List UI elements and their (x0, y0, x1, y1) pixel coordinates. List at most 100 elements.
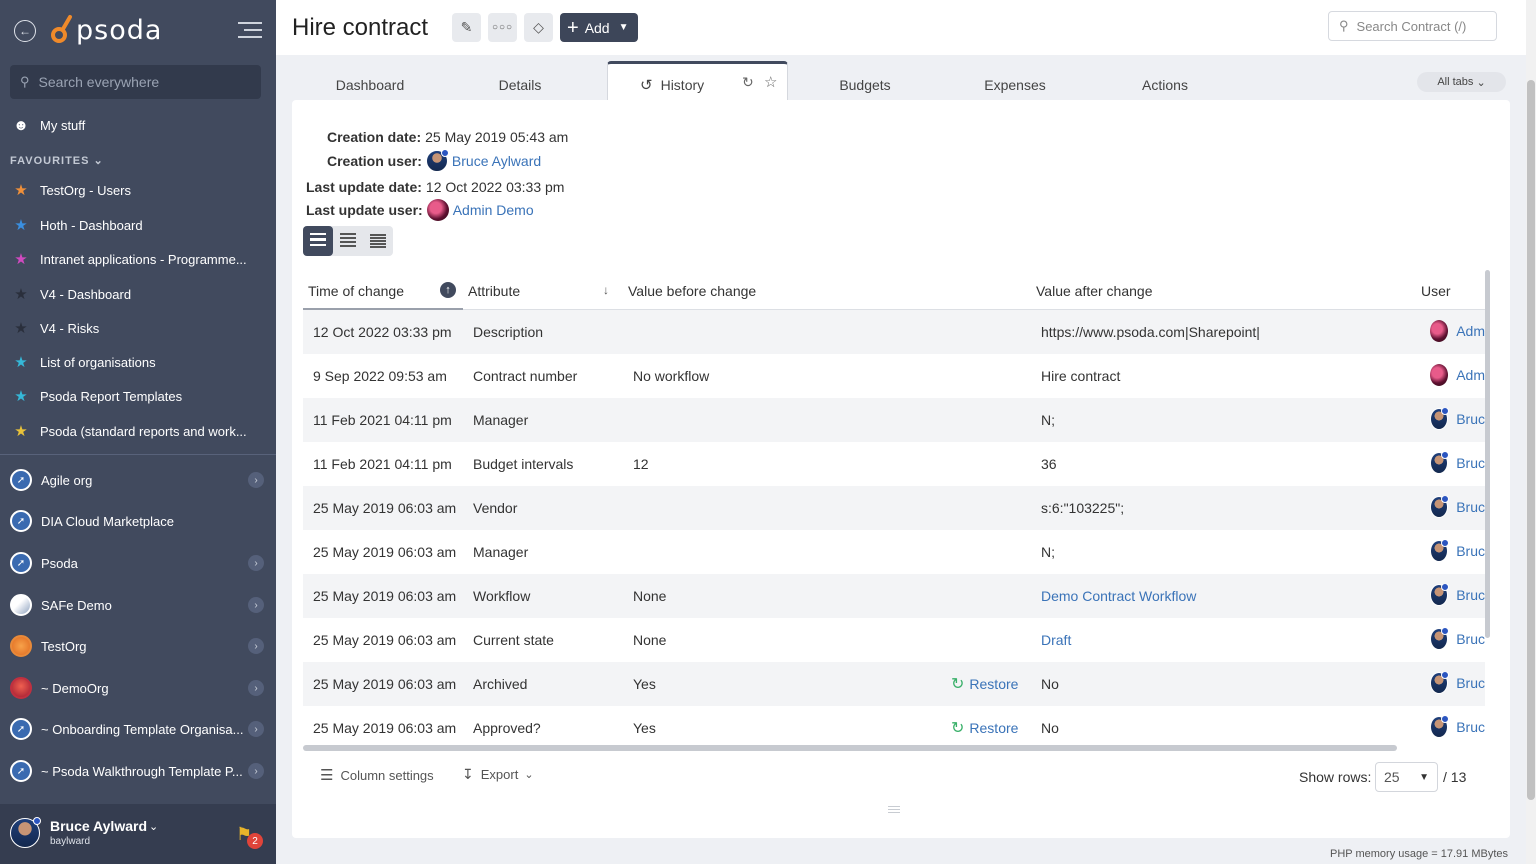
my-stuff-link[interactable]: ☻ My stuff (0, 114, 276, 136)
edit-pencil-icon[interactable]: ✎ (452, 13, 481, 42)
page-scrollbar[interactable] (1526, 0, 1536, 864)
global-search-input[interactable]: ⚲ Search everywhere (10, 65, 261, 99)
cell-after-link[interactable]: Draft (1041, 632, 1071, 648)
column-header-user[interactable]: User (1421, 283, 1451, 299)
org-item-dia-cloud[interactable]: ➚ DIA Cloud Marketplace (0, 503, 276, 539)
last-update-user-link[interactable]: Admin Demo (453, 202, 534, 218)
org-item-onboarding[interactable]: ➚ ~ Onboarding Template Organisa... › (0, 711, 276, 747)
org-item-demoorg[interactable]: ~ DemoOrg › (0, 670, 276, 706)
cell-after: 36 (1041, 456, 1057, 472)
tab-actions[interactable]: Actions (1115, 70, 1215, 100)
collapse-menu-icon[interactable] (238, 22, 262, 40)
cell-user-link[interactable]: Bruc (1456, 411, 1485, 427)
cell-user[interactable]: Bruc (1426, 452, 1485, 474)
cell-before: Yes (633, 676, 656, 692)
more-options-icon[interactable]: ○○○ (488, 13, 517, 42)
chevron-right-icon[interactable]: › (248, 638, 264, 654)
chevron-right-icon[interactable]: › (248, 680, 264, 696)
org-item-agile-org[interactable]: ➚ Agile org › (0, 462, 276, 498)
star-icon: ★ (14, 423, 28, 440)
chevron-right-icon[interactable]: › (248, 597, 264, 613)
cell-user[interactable]: Bruc (1426, 496, 1485, 518)
cell-user[interactable]: Bruc (1426, 540, 1485, 562)
cell-user-link[interactable]: Bruc (1456, 499, 1485, 515)
org-item-walkthrough[interactable]: ➚ ~ Psoda Walkthrough Template P... › (0, 753, 276, 789)
density-compact-icon[interactable] (333, 226, 363, 256)
sidebar-user-panel[interactable]: Bruce Aylward ⌄ baylward ⚑ 2 (0, 804, 276, 864)
column-header-attribute[interactable]: Attribute (468, 283, 520, 299)
cell-user-link[interactable]: Adm (1456, 323, 1485, 339)
density-comfortable-icon[interactable] (303, 226, 333, 256)
tab-dashboard[interactable]: Dashboard (320, 70, 420, 100)
favourite-star-icon[interactable]: ☆ (764, 73, 777, 91)
cell-user-link[interactable]: Adm (1456, 367, 1485, 383)
restore-button[interactable]: ↻ Restore (951, 674, 1018, 694)
favourites-header[interactable]: FAVOURITES ⌄ (10, 154, 104, 167)
org-item-psoda[interactable]: ➚ Psoda › (0, 545, 276, 581)
org-label: Psoda (41, 555, 78, 571)
favourite-item[interactable]: ★ List of organisations (0, 352, 276, 372)
contract-search-input[interactable]: ⚲ Search Contract (/) (1328, 11, 1497, 41)
chevron-right-icon[interactable]: › (248, 472, 264, 488)
sort-descending-icon[interactable]: ↓ (603, 283, 609, 297)
last-update-user-row: Last update user: Admin Demo (306, 199, 534, 221)
cell-user[interactable]: Bruc (1426, 672, 1485, 694)
add-button[interactable]: + Add ▼ (560, 13, 638, 42)
table-vertical-scrollbar[interactable] (1485, 270, 1490, 638)
refresh-icon[interactable]: ↻ (742, 74, 754, 91)
chevron-right-icon[interactable]: › (248, 763, 264, 779)
favourite-item[interactable]: ★ V4 - Risks (0, 318, 276, 338)
cell-user-link[interactable]: Bruc (1456, 587, 1485, 603)
table-row: 25 May 2019 06:03 am Vendor s:6:"103225"… (303, 486, 1485, 530)
favourite-item[interactable]: ★ TestOrg - Users (0, 180, 276, 200)
favourite-item[interactable]: ★ Psoda Report Templates (0, 386, 276, 406)
restore-button[interactable]: ↻ Restore (951, 718, 1018, 738)
export-button[interactable]: ↧ Export ⌄ (462, 766, 534, 783)
tab-details[interactable]: Details (470, 70, 570, 100)
favourite-item[interactable]: ★ Intranet applications - Programme... (0, 249, 276, 269)
creation-user-link[interactable]: Bruce Aylward (452, 153, 541, 169)
org-compass-icon: ➚ (10, 552, 32, 574)
column-settings-button[interactable]: ☰ Column settings (320, 766, 434, 784)
sort-ascending-icon[interactable]: ↑ (440, 282, 456, 298)
column-header-time[interactable]: Time of change (308, 283, 404, 299)
cell-user-link[interactable]: Bruc (1456, 675, 1485, 691)
star-icon: ★ (14, 251, 28, 268)
workflow-link[interactable]: Demo Contract Workflow (1041, 588, 1196, 604)
tab-expenses[interactable]: Expenses (965, 70, 1065, 100)
cell-user[interactable]: Adm (1426, 364, 1485, 386)
tab-budgets[interactable]: Budgets (815, 70, 915, 100)
chevron-right-icon[interactable]: › (248, 721, 264, 737)
cell-user[interactable]: Bruc (1426, 716, 1485, 738)
cell-user[interactable]: Bruc (1426, 628, 1485, 650)
cell-user-link[interactable]: Bruc (1456, 719, 1485, 735)
org-item-safe-demo[interactable]: SAFe Demo › (0, 587, 276, 623)
chevron-right-icon[interactable]: › (248, 555, 264, 571)
state-link[interactable]: Draft (1041, 632, 1071, 648)
cell-user-link[interactable]: Bruc (1456, 455, 1485, 471)
column-header-after[interactable]: Value after change (1036, 283, 1153, 299)
user-menu-chevron-icon[interactable]: ⌄ (149, 820, 158, 833)
back-arrow-icon[interactable]: ← (14, 20, 36, 42)
cell-after-link[interactable]: Demo Contract Workflow (1041, 588, 1196, 604)
tag-icon[interactable]: ◇ (524, 13, 553, 42)
page-scrollbar-thumb[interactable] (1527, 80, 1535, 800)
tab-history[interactable]: ↺ History (640, 70, 716, 100)
cell-user-link[interactable]: Bruc (1456, 631, 1485, 647)
cell-user-link[interactable]: Bruc (1456, 543, 1485, 559)
rows-per-page-select[interactable]: 25 ▼ (1375, 762, 1438, 792)
horizontal-scrollbar[interactable] (303, 745, 1397, 751)
favourite-item[interactable]: ★ Psoda (standard reports and work... (0, 421, 276, 441)
density-dense-icon[interactable] (363, 226, 393, 256)
column-header-before[interactable]: Value before change (628, 283, 756, 299)
favourite-item[interactable]: ★ V4 - Dashboard (0, 284, 276, 304)
favourite-item[interactable]: ★ Hoth - Dashboard (0, 215, 276, 235)
all-tabs-dropdown[interactable]: All tabs ⌄ (1417, 72, 1506, 92)
cell-user[interactable]: Bruc (1426, 408, 1485, 430)
cell-user[interactable]: Adm (1426, 320, 1485, 342)
resize-grip-icon[interactable] (888, 806, 900, 814)
org-item-testorg[interactable]: TestOrg › (0, 628, 276, 664)
my-stuff-label: My stuff (40, 117, 86, 133)
cell-user[interactable]: Bruc (1426, 584, 1485, 606)
psoda-logo[interactable]: psoda (50, 13, 162, 47)
